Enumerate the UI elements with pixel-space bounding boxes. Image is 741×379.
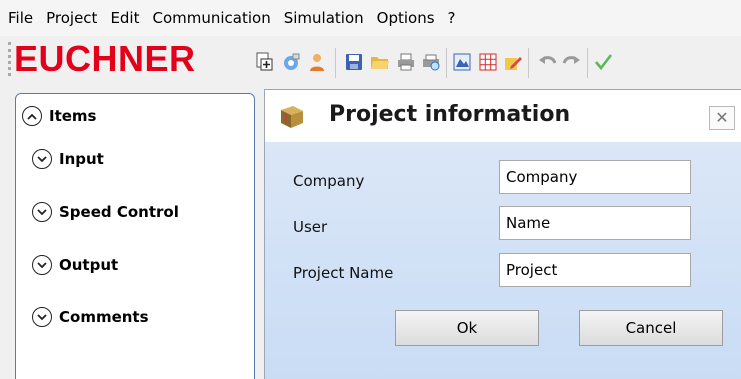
company-field[interactable] (499, 160, 691, 194)
dialog-title: Project information (329, 102, 571, 127)
new-project-icon[interactable] (254, 52, 274, 72)
project-name-label: Project Name (293, 264, 394, 282)
sidebar-item-comments[interactable]: Comments (32, 307, 149, 327)
sidebar-item-label: Comments (59, 308, 149, 326)
print-icon[interactable] (396, 52, 416, 72)
menu-project[interactable]: Project (41, 9, 102, 27)
toolbar-grip[interactable] (8, 42, 11, 76)
print-preview-icon[interactable] (421, 52, 441, 72)
items-panel: Items Input Speed Control Output Comment… (15, 93, 255, 379)
euchner-logo: EUCHNER (14, 38, 196, 79)
menu-edit[interactable]: Edit (105, 9, 144, 27)
menu-bar: File Project Edit Communication Simulati… (0, 0, 741, 36)
company-label: Company (293, 172, 365, 190)
chevron-down-icon[interactable] (32, 307, 52, 327)
toolbar-separator (335, 48, 336, 78)
toolbar: EUCHNER (0, 36, 741, 88)
edit-icon[interactable] (503, 52, 523, 72)
save-icon[interactable] (344, 52, 364, 72)
grid-icon[interactable] (478, 52, 498, 72)
items-header-label: Items (49, 107, 97, 125)
check-icon[interactable] (593, 52, 613, 72)
configure-icon[interactable] (281, 52, 301, 72)
menu-simulation[interactable]: Simulation (279, 9, 369, 27)
open-folder-icon[interactable] (370, 52, 390, 72)
cancel-button[interactable]: Cancel (579, 310, 723, 346)
user-field[interactable] (499, 206, 691, 240)
user-label: User (293, 218, 328, 236)
sidebar-item-label: Output (59, 256, 119, 274)
sidebar-item-speed-control[interactable]: Speed Control (32, 202, 179, 222)
sidebar-item-output[interactable]: Output (32, 255, 118, 275)
toolbar-separator (587, 48, 588, 78)
menu-options[interactable]: Options (372, 9, 440, 27)
menu-help[interactable]: ? (443, 9, 461, 27)
toolbar-separator (446, 48, 447, 78)
sidebar-item-label: Speed Control (59, 203, 179, 221)
redo-icon[interactable] (562, 52, 582, 72)
close-button[interactable]: ✕ (709, 106, 735, 130)
sidebar-item-label: Input (59, 150, 104, 168)
dialog-body: Company User Project Name Ok Cancel (265, 142, 741, 379)
toolbar-separator (528, 48, 529, 78)
user-icon[interactable] (307, 52, 327, 72)
chevron-down-icon[interactable] (32, 149, 52, 169)
dialog-title-bar[interactable]: Project information ✕ (265, 90, 741, 142)
menu-file[interactable]: File (3, 9, 38, 27)
chevron-up-icon[interactable] (22, 106, 42, 126)
project-icon (279, 104, 305, 130)
items-header[interactable]: Items (22, 106, 96, 126)
project-information-dialog: Project information ✕ Company User Proje… (264, 89, 741, 379)
chevron-down-icon[interactable] (32, 202, 52, 222)
undo-icon[interactable] (537, 52, 557, 72)
chevron-down-icon[interactable] (32, 255, 52, 275)
close-icon: ✕ (715, 110, 729, 127)
project-name-field[interactable] (499, 253, 691, 287)
menu-communication[interactable]: Communication (148, 9, 276, 27)
ok-button[interactable]: Ok (395, 310, 539, 346)
sidebar-item-input[interactable]: Input (32, 149, 104, 169)
image-icon[interactable] (452, 52, 472, 72)
